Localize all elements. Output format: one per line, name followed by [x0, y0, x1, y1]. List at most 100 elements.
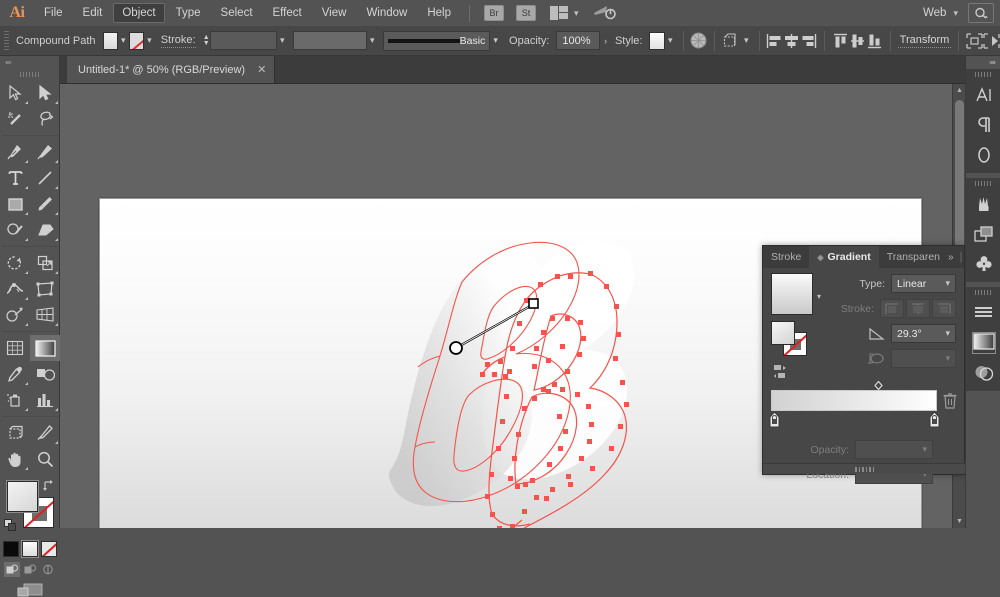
tab-transparency[interactable]: Transparen: [879, 246, 948, 268]
menu-object[interactable]: Object: [113, 3, 165, 23]
menu-window[interactable]: Window: [357, 3, 416, 23]
arrange-documents-icon[interactable]: [550, 6, 570, 20]
default-fill-stroke-icon[interactable]: [4, 519, 17, 532]
width-tool[interactable]: [0, 276, 30, 302]
stock-button[interactable]: St: [516, 5, 536, 21]
gradient-slider-ramp[interactable]: [771, 390, 937, 411]
panel-group-grip[interactable]: [966, 178, 1000, 189]
gradient-panel-button[interactable]: [966, 328, 1000, 358]
stroke-swatch-button[interactable]: [128, 31, 144, 50]
gradient-midpoint-diamond[interactable]: [874, 380, 883, 391]
magic-wand-tool[interactable]: [0, 106, 30, 132]
align-panel-button[interactable]: [966, 298, 1000, 328]
line-segment-tool[interactable]: [30, 165, 60, 191]
none-mode-button[interactable]: [40, 541, 57, 557]
menu-file[interactable]: File: [35, 3, 72, 23]
column-graph-tool[interactable]: [30, 387, 60, 413]
blend-tool[interactable]: [30, 361, 60, 387]
drawing-mode-behind[interactable]: [22, 562, 38, 577]
change-screen-mode-icon[interactable]: [0, 583, 59, 597]
shape-chevron-down-icon[interactable]: ▾: [741, 31, 752, 51]
sync-settings-icon[interactable]: [593, 3, 617, 24]
scale-tool[interactable]: [30, 250, 60, 276]
fill-chevron-down-icon[interactable]: ▾: [118, 31, 129, 51]
menu-help[interactable]: Help: [418, 3, 460, 23]
lasso-tool[interactable]: [30, 106, 60, 132]
direct-selection-tool[interactable]: [30, 80, 60, 106]
fill-swatch-button[interactable]: [102, 31, 118, 50]
expand-dock-icon[interactable]: ⇛: [966, 56, 1000, 69]
free-transform-tool[interactable]: [30, 276, 60, 302]
gradient-panel-resize-grip[interactable]: [763, 463, 966, 474]
gradient-mode-button[interactable]: [20, 540, 39, 558]
style-chevron-down-icon[interactable]: ▾: [665, 31, 676, 51]
panel-group-grip[interactable]: [966, 287, 1000, 298]
gradient-stop-right[interactable]: [928, 411, 941, 428]
chevron-down-icon[interactable]: ▾: [574, 8, 579, 19]
pen-tool[interactable]: [0, 139, 30, 165]
gradient-angle-input[interactable]: 29.3° ▾: [891, 324, 956, 343]
align-bottom-icon[interactable]: [866, 30, 883, 52]
workspace-chevron-icon[interactable]: ▾: [953, 8, 958, 19]
fill-color-button[interactable]: [6, 480, 39, 513]
isolate-selected-icon[interactable]: [966, 30, 983, 52]
drawing-mode-inside[interactable]: [40, 562, 56, 577]
rotate-tool[interactable]: [0, 250, 30, 276]
menu-type[interactable]: Type: [167, 3, 210, 23]
workspace-label[interactable]: Web: [923, 7, 946, 19]
search-icon[interactable]: [968, 3, 994, 23]
menu-select[interactable]: Select: [212, 3, 262, 23]
gradient-fill-button[interactable]: [771, 321, 795, 345]
stroke-weight-chevron-down-icon[interactable]: ▾: [277, 31, 288, 51]
gradient-stop-left[interactable]: [768, 411, 781, 428]
stroke-within-icon[interactable]: [880, 299, 904, 318]
shape-builder-tool[interactable]: [0, 302, 30, 328]
eraser-tool[interactable]: [30, 217, 60, 243]
artboard-tool[interactable]: [0, 420, 30, 446]
delete-stop-trash-icon[interactable]: [943, 392, 957, 409]
symbol-sprayer-tool[interactable]: [0, 387, 30, 413]
type-tool[interactable]: [0, 165, 30, 191]
stroke-chevron-down-icon[interactable]: ▾: [144, 31, 155, 51]
zoom-tool[interactable]: [30, 446, 60, 472]
gradient-type-select[interactable]: Linear ▾: [891, 274, 956, 293]
collapse-panel-icon[interactable]: ⇚: [0, 56, 59, 68]
tab-gradient[interactable]: ◈ Gradient: [809, 246, 879, 268]
scroll-down-icon[interactable]: ▼: [953, 515, 965, 528]
curvature-tool[interactable]: [30, 139, 60, 165]
slice-tool[interactable]: [30, 420, 60, 446]
brush-definition-select[interactable]: Basic: [382, 30, 491, 51]
profile-chevron-down-icon[interactable]: ▾: [367, 31, 378, 51]
align-top-icon[interactable]: [832, 30, 849, 52]
shaper-tool[interactable]: [0, 217, 30, 243]
transform-panel-button[interactable]: Transform: [897, 33, 952, 48]
edit-clipping-path-icon[interactable]: [983, 30, 1000, 52]
close-icon[interactable]: ✕: [257, 63, 266, 76]
gradient-aspect-input[interactable]: ▾: [891, 349, 956, 368]
layers-panel-button[interactable]: [966, 219, 1000, 249]
tab-stroke[interactable]: Stroke: [763, 246, 809, 268]
panel-group-grip[interactable]: [966, 69, 1000, 80]
rectangle-tool[interactable]: [0, 191, 30, 217]
variable-width-profile-select[interactable]: [292, 31, 367, 50]
bridge-button[interactable]: Br: [484, 5, 504, 21]
selection-tool[interactable]: [0, 80, 30, 106]
symbols-panel-button[interactable]: [966, 249, 1000, 279]
swap-fill-stroke-icon[interactable]: [42, 479, 55, 495]
opacity-more-icon[interactable]: ›: [600, 31, 611, 51]
stroke-weight-stepper[interactable]: ▲ ▼: [203, 32, 210, 50]
align-right-icon[interactable]: [800, 30, 817, 52]
brushes-panel-button[interactable]: [966, 189, 1000, 219]
gradient-panel[interactable]: Stroke ◈ Gradient Transparen » | ☰ ▾: [762, 245, 978, 484]
stroke-weight-label[interactable]: Stroke:: [160, 34, 196, 48]
perspective-grid-tool[interactable]: [30, 302, 60, 328]
color-mode-button[interactable]: [2, 541, 19, 557]
character-panel-button[interactable]: [966, 80, 1000, 110]
recolor-artwork-icon[interactable]: [690, 30, 707, 52]
shape-options-icon[interactable]: [722, 30, 741, 52]
drawing-mode-normal[interactable]: [3, 562, 20, 577]
opentype-panel-button[interactable]: [966, 140, 1000, 170]
opacity-input[interactable]: 100%: [556, 31, 601, 50]
stroke-along-icon[interactable]: [906, 299, 930, 318]
menu-effect[interactable]: Effect: [264, 3, 311, 23]
